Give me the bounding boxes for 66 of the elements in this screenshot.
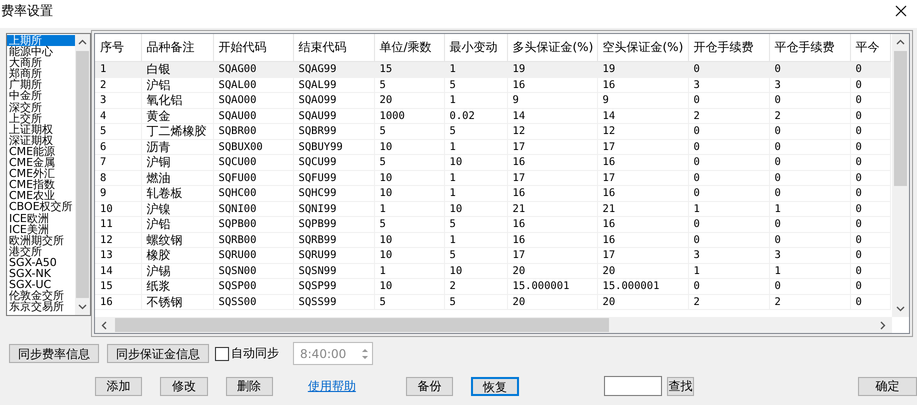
table-row[interactable]: 9 轧卷板 SQHC00 SQHC99 10 1 16 16 0 0 0 bbox=[95, 186, 890, 201]
exchange-item[interactable]: 伦敦金交所 bbox=[7, 290, 75, 302]
table-row[interactable]: 5 丁二烯橡胶 SQBR00 SQBR99 5 5 12 12 0 0 0 bbox=[95, 124, 890, 139]
table-row[interactable]: 4 黄金 SQAU00 SQAU99 1000 0.02 14 14 2 2 0 bbox=[95, 108, 890, 124]
sync-button[interactable]: 同步保证金信息 bbox=[107, 344, 209, 363]
window-title: 费率设置 bbox=[1, 3, 53, 20]
exchange-item[interactable]: 上期所 bbox=[7, 35, 75, 46]
scroll-up-icon[interactable] bbox=[896, 39, 905, 45]
exchange-item[interactable]: CBOE权交所 bbox=[7, 201, 75, 212]
exchange-item[interactable]: 广期所 bbox=[7, 79, 75, 90]
search-button[interactable]: 查找 bbox=[666, 376, 694, 396]
scroll-down-icon[interactable] bbox=[78, 304, 87, 310]
vertical-scrollbar[interactable] bbox=[75, 34, 90, 315]
table-row[interactable]: 14 沪锡 SQSN00 SQSN99 1 10 20 20 1 1 0 bbox=[95, 263, 890, 278]
exchange-item[interactable]: CME金属 bbox=[7, 157, 75, 168]
sync-button[interactable]: 同步费率信息 bbox=[9, 344, 99, 363]
table-row[interactable]: 7 沪铜 SQCU00 SQCU99 5 10 16 16 0 0 0 bbox=[95, 154, 890, 170]
scroll-down-icon[interactable] bbox=[896, 306, 905, 312]
action-button[interactable]: 备份 bbox=[406, 376, 454, 396]
table-row[interactable]: 1 白银 SQAG00 SQAG99 15 1 19 19 0 0 0 bbox=[95, 62, 890, 77]
scroll-left-icon[interactable] bbox=[101, 320, 107, 330]
table-row[interactable]: 13 橡胶 SQRU00 SQRU99 10 5 17 17 3 3 0 bbox=[95, 248, 890, 263]
vertical-scrollbar[interactable] bbox=[892, 34, 909, 317]
action-button[interactable]: 修改 bbox=[160, 376, 208, 396]
scroll-up-icon[interactable] bbox=[78, 39, 87, 45]
help-link[interactable]: 使用帮助 bbox=[308, 378, 356, 394]
exchange-item[interactable]: 港交所 bbox=[7, 246, 75, 257]
exchange-item[interactable]: CME指数 bbox=[7, 179, 75, 190]
action-button[interactable]: 删除 bbox=[226, 376, 273, 396]
action-button[interactable]: 恢复 bbox=[471, 376, 519, 396]
search-field[interactable] bbox=[604, 376, 662, 396]
checkbox-label: 自动同步 bbox=[231, 345, 279, 362]
exchange-item[interactable]: SGX-A50 bbox=[7, 256, 75, 268]
exchange-item[interactable]: 欧洲期交所 bbox=[7, 234, 75, 246]
exchange-item[interactable]: CME农业 bbox=[7, 190, 75, 202]
ok-button[interactable]: 确定 bbox=[858, 376, 917, 396]
exchange-item[interactable]: 上交所 bbox=[7, 112, 75, 124]
table-row[interactable]: 11 沪铅 SQPB00 SQPB99 5 5 16 16 0 0 0 bbox=[95, 216, 890, 232]
exchange-item[interactable]: 大商所 bbox=[7, 57, 75, 68]
exchange-item[interactable]: CME能源 bbox=[7, 146, 75, 158]
action-button[interactable]: 添加 bbox=[95, 376, 142, 396]
exchange-item[interactable]: SGX-UC bbox=[7, 279, 75, 290]
time-field[interactable]: 8:40:00 bbox=[293, 342, 373, 365]
exchange-item[interactable]: CME外汇 bbox=[7, 168, 75, 180]
table-row[interactable]: 10 沪镍 SQNI00 SQNI99 1 10 21 21 1 1 0 bbox=[95, 201, 890, 216]
table-row[interactable]: 15 纸浆 SQSP00 SQSP99 10 2 15.000001 15.000001 0 0 0 bbox=[95, 278, 890, 294]
scroll-right-icon[interactable] bbox=[880, 320, 886, 330]
exchange-item[interactable]: 能源中心 bbox=[7, 46, 75, 58]
table-row[interactable]: 6 沥青 SQBUX00 SQBUY99 10 1 17 17 0 0 0 bbox=[95, 139, 890, 154]
exchange-item[interactable]: 中金所 bbox=[7, 90, 75, 102]
close-icon[interactable] bbox=[895, 5, 907, 17]
exchange-item[interactable]: ICE美洲 bbox=[7, 224, 75, 235]
exchange-item[interactable]: 郑商所 bbox=[7, 68, 75, 80]
checkbox[interactable] bbox=[215, 346, 229, 360]
table-row[interactable]: 16 不锈钢 SQSS00 SQSS99 5 5 20 20 2 2 0 bbox=[95, 294, 890, 310]
exchange-item[interactable]: 深交所 bbox=[7, 102, 75, 113]
horizontal-scrollbar[interactable] bbox=[95, 317, 892, 333]
table-row[interactable]: 8 燃油 SQFU00 SQFU99 10 1 17 17 0 0 0 bbox=[95, 170, 890, 186]
exchange-item[interactable]: ICE欧洲 bbox=[7, 212, 75, 224]
table-row[interactable]: 12 螺纹钢 SQRB00 SQRB99 10 1 16 16 0 0 0 bbox=[95, 232, 890, 248]
exchange-item[interactable]: SGX-NK bbox=[7, 268, 75, 280]
table-row[interactable]: 2 沪铝 SQAL00 SQAL99 5 5 16 16 3 3 0 bbox=[95, 77, 890, 92]
exchange-item[interactable]: 深证期权 bbox=[7, 134, 75, 146]
exchange-item[interactable]: 上证期权 bbox=[7, 124, 75, 135]
table-row[interactable]: 3 氧化铝 SQAO00 SQAO99 20 1 9 9 0 0 0 bbox=[95, 92, 890, 108]
exchange-item[interactable]: 东京交易所 bbox=[7, 301, 75, 312]
